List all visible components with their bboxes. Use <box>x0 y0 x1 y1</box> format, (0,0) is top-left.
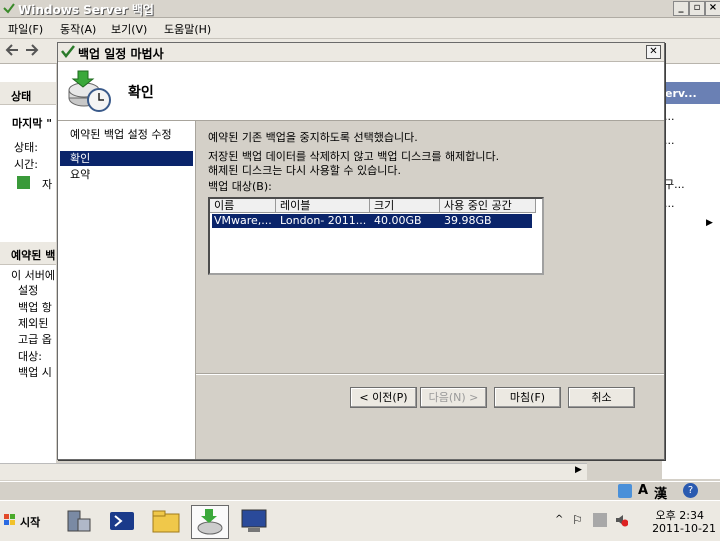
nav-item-summary[interactable]: 요약 <box>60 167 193 182</box>
app-icon <box>3 2 15 14</box>
explorer-taskbar-icon[interactable] <box>148 505 184 537</box>
scroll-right-button[interactable]: ▶ <box>571 463 586 478</box>
action-item-4[interactable]: ... <box>664 197 675 210</box>
cell-size: 40.00GB <box>374 214 422 227</box>
wizard-icon <box>61 45 75 59</box>
divider <box>196 373 664 375</box>
excluded-items: 제외된 <box>18 317 49 330</box>
cell-label: London- 2011... <box>280 214 367 227</box>
cancel-button[interactable]: 취소 <box>568 387 635 408</box>
restore-button[interactable]: ▫ <box>689 1 705 16</box>
menu-bar: 파일(F) 동작(A) 보기(V) 도움말(H) <box>0 18 720 39</box>
clock-date[interactable]: 2011-10-21 <box>652 522 716 535</box>
left-panel: 상태 마지막 " 상태: 시간: 자 예약된 백 이 서버에 설정 백업 항 제… <box>0 64 56 479</box>
start-button[interactable]: 시작 <box>2 511 46 531</box>
column-used[interactable]: 사용 중인 공간 <box>440 199 536 213</box>
horizontal-scrollbar[interactable] <box>0 463 587 480</box>
menu-help[interactable]: 도움말(H) <box>164 21 211 37</box>
server-manager-taskbar-icon[interactable] <box>60 505 96 537</box>
forward-arrow-icon[interactable] <box>24 43 40 57</box>
back-button[interactable]: < 이전(P) <box>350 387 417 408</box>
volume-icon[interactable] <box>614 513 629 527</box>
cell-used: 39.98GB <box>444 214 492 227</box>
dialog-header: 확인 <box>58 62 664 121</box>
wizard-content: 예약된 기존 백업을 중지하도록 선택했습니다. 저장된 백업 데이터를 삭제하… <box>196 121 664 459</box>
last-label: 마지막 " <box>12 117 52 130</box>
ime-icon[interactable] <box>618 484 632 498</box>
taskbar: 시작 ^ ⚐ 오후 2:34 2011-10-21 <box>0 500 720 541</box>
menu-file[interactable]: 파일(F) <box>8 21 43 37</box>
help-icon[interactable]: ? <box>683 483 698 498</box>
language-bar: A 漢 ? <box>616 482 720 502</box>
advanced-options: 고급 옵 <box>18 333 52 346</box>
cell-name: VMware,... <box>214 214 272 227</box>
show-hidden-icons[interactable]: ^ <box>555 514 563 525</box>
expand-arrow-icon[interactable]: ▶ <box>706 218 716 232</box>
message-reuse: 해제된 디스크는 다시 사용할 수 있습니다. <box>208 164 402 177</box>
dialog-title-bar: 백업 일정 마법사 ✕ <box>58 43 664 62</box>
windows-logo-icon <box>4 514 16 526</box>
backup-clock-icon <box>66 68 112 114</box>
backup-schedule-wizard: 백업 일정 마법사 ✕ 확인 예약된 백업 설정 수정 확인 요약 예약된 기존… <box>57 42 665 460</box>
main-title: Windows Server 백업 <box>18 3 154 17</box>
link-fragment[interactable]: 자 <box>42 176 52 192</box>
column-name[interactable]: 이름 <box>210 199 276 213</box>
target-label: 대상: <box>18 350 42 363</box>
actions-title: erv... <box>665 87 697 100</box>
action-item-2[interactable]: ... <box>664 134 675 147</box>
start-label: 시작 <box>20 516 41 529</box>
backup-taskbar-icon[interactable] <box>191 505 229 539</box>
dialog-title: 백업 일정 마법사 <box>78 47 164 61</box>
back-arrow-icon[interactable] <box>4 43 20 57</box>
next-button[interactable]: 다음(N) > <box>420 387 487 408</box>
column-size[interactable]: 크기 <box>370 199 440 213</box>
backup-target-list[interactable]: 이름 레이블 크기 사용 중인 공간 VMware,... London- 20… <box>208 197 544 275</box>
status-bar <box>0 481 720 501</box>
minimize-button[interactable]: _ <box>673 1 689 16</box>
clock-time[interactable]: 오후 2:34 <box>656 507 704 523</box>
backup-time: 백업 시 <box>18 366 52 379</box>
time-label: 시간: <box>14 158 38 171</box>
dialog-close-button[interactable]: ✕ <box>646 45 661 59</box>
menu-view[interactable]: 보기(V) <box>111 21 147 37</box>
server-text: 이 서버에 <box>11 269 55 282</box>
ime-lang[interactable]: A <box>638 483 648 498</box>
actions-panel: erv... ... ... 구... ... ▶ <box>662 64 720 479</box>
network-icon[interactable] <box>593 513 607 527</box>
arrow-green-icon[interactable] <box>17 176 30 189</box>
backup-items: 백업 항 <box>18 301 52 314</box>
table-row[interactable]: VMware,... London- 2011... 40.00GB 39.98… <box>212 214 532 228</box>
backup-target-label: 백업 대상(B): <box>208 180 272 193</box>
main-title-bar: Windows Server 백업 _ ▫ × <box>0 0 720 18</box>
status-label: 상태: <box>14 141 38 154</box>
finish-button[interactable]: 마침(F) <box>494 387 561 408</box>
menu-action[interactable]: 동작(A) <box>60 21 96 37</box>
flag-icon[interactable]: ⚐ <box>572 513 586 527</box>
powershell-taskbar-icon[interactable] <box>104 505 140 537</box>
nav-item-modify[interactable]: 예약된 백업 설정 수정 <box>60 127 193 142</box>
nav-item-confirm[interactable]: 확인 <box>60 151 193 166</box>
settings-group: 설정 <box>18 284 39 297</box>
action-item-1[interactable]: ... <box>664 110 675 123</box>
close-button[interactable]: × <box>705 1 720 16</box>
status-heading: 상태 <box>11 90 32 103</box>
scheduled-heading: 예약된 백 <box>11 249 56 262</box>
action-item-3[interactable]: 구... <box>664 176 685 192</box>
column-label[interactable]: 레이블 <box>276 199 370 213</box>
wizard-nav: 예약된 백업 설정 수정 확인 요약 <box>58 121 196 459</box>
remote-desktop-taskbar-icon[interactable] <box>236 505 272 537</box>
page-title: 확인 <box>128 85 154 101</box>
message-stop: 예약된 기존 백업을 중지하도록 선택했습니다. <box>208 131 418 144</box>
